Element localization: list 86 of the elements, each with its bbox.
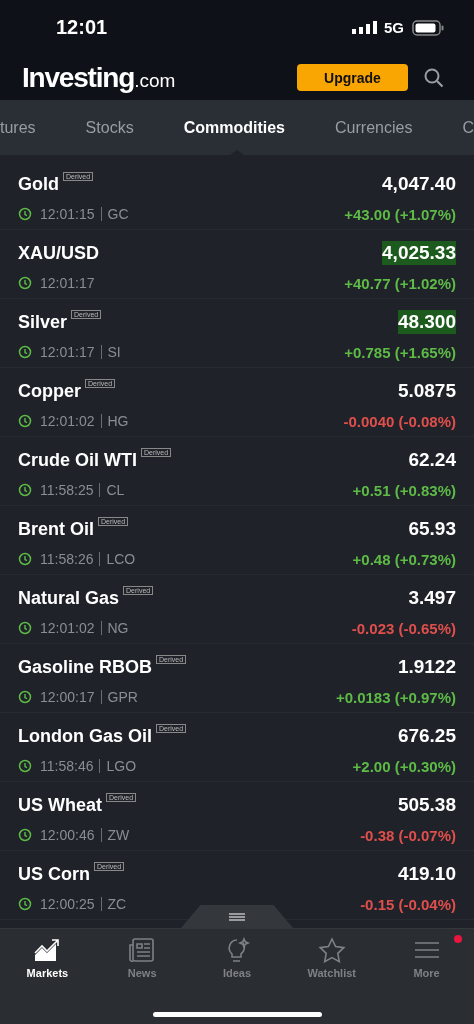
price-change: +0.51 (+0.83%) xyxy=(352,481,456,499)
commodity-name: XAU/USD xyxy=(18,242,99,264)
clock-icon xyxy=(18,828,32,842)
clock-icon xyxy=(18,690,32,704)
commodity-name: Copper xyxy=(18,380,81,402)
signal-icon xyxy=(352,20,378,35)
clock-icon xyxy=(18,345,32,359)
nav-tab[interactable]: Watchlist xyxy=(284,937,380,979)
chart-icon xyxy=(33,937,62,963)
price-value: 1.9122 xyxy=(397,655,456,679)
update-time: 11:58:25 xyxy=(40,482,94,498)
clock-icon xyxy=(18,414,32,428)
price-value: 65.93 xyxy=(408,517,456,541)
price-value: 5.0875 xyxy=(397,379,456,403)
update-time: 12:00:17 xyxy=(40,689,95,705)
nav-tab[interactable]: Ideas xyxy=(189,937,285,979)
commodity-name: Gold xyxy=(18,173,59,195)
commodity-name: Silver xyxy=(18,311,68,333)
price-value: 3.497 xyxy=(408,586,456,610)
price-change: +0.0183 (+0.97%) xyxy=(335,688,456,706)
menu-icon xyxy=(229,913,245,921)
clock-icon xyxy=(18,897,32,911)
clock-icon xyxy=(18,483,32,497)
clock-icon xyxy=(18,276,32,290)
ticker-symbol: LCO xyxy=(106,551,136,567)
update-time: 12:01:17 xyxy=(40,344,95,360)
price-change: -0.023 (-0.65%) xyxy=(351,619,456,637)
update-time: 12:00:46 xyxy=(40,827,95,843)
star-icon xyxy=(317,937,346,963)
commodity-name: Crude Oil WTI xyxy=(18,449,137,471)
price-value: 48.300 xyxy=(397,310,456,334)
ticker-symbol: SI xyxy=(107,344,121,360)
logo: Investing.com xyxy=(22,61,177,94)
commodity-name: Brent Oil xyxy=(18,518,94,540)
status-time: 12:01 xyxy=(56,16,109,39)
price-value: 505.38 xyxy=(397,793,456,817)
update-time: 12:01:15 xyxy=(40,206,95,222)
price-value: 4,047.40 xyxy=(382,172,456,196)
ticker-symbol: HG xyxy=(107,413,129,429)
price-value: 4,025.33 xyxy=(382,241,456,265)
nav-tab[interactable]: News xyxy=(94,937,190,979)
commodity-name: London Gas Oil xyxy=(18,725,152,747)
ticker-symbol: CL xyxy=(106,482,125,498)
search-icon[interactable] xyxy=(424,67,444,88)
clock-icon xyxy=(18,552,32,566)
category-tab[interactable]: C xyxy=(462,118,474,137)
category-tab[interactable]: tures xyxy=(0,118,36,137)
update-time: 12:01:17 xyxy=(40,275,95,291)
clock-icon xyxy=(18,621,32,635)
price-change: -0.38 (-0.07%) xyxy=(360,826,456,844)
commodity-name: US Corn xyxy=(18,863,90,885)
update-time: 12:00:25 xyxy=(40,896,95,912)
update-time: 12:01:02 xyxy=(40,620,95,636)
category-tab[interactable]: Commodities xyxy=(183,118,285,137)
price-value: 419.10 xyxy=(397,862,456,886)
upgrade-button[interactable]: Upgrade xyxy=(297,64,408,91)
commodity-name: US Wheat xyxy=(18,794,102,816)
clock-icon xyxy=(18,759,32,773)
ticker-symbol: NG xyxy=(107,620,129,636)
battery-icon xyxy=(412,19,444,36)
price-change: +0.785 (+1.65%) xyxy=(344,343,456,361)
category-tab[interactable]: Currencies xyxy=(335,118,413,137)
newspaper-icon xyxy=(128,937,157,963)
network-label: 5G xyxy=(384,19,404,36)
commodity-name: Gasoline RBOB xyxy=(18,656,153,678)
update-time: 11:58:46 xyxy=(40,758,94,774)
price-value: 62.24 xyxy=(408,448,456,472)
update-time: 11:58:26 xyxy=(40,551,94,567)
price-change: +2.00 (+0.30%) xyxy=(352,757,456,775)
category-tab[interactable]: Stocks xyxy=(85,118,134,137)
ticker-symbol: ZW xyxy=(107,827,130,843)
clock-icon xyxy=(18,207,32,221)
nav-tab[interactable]: Markets xyxy=(0,937,95,979)
price-change: -0.0040 (-0.08%) xyxy=(343,412,456,430)
ticker-symbol: GC xyxy=(107,206,129,222)
commodity-name: Natural Gas xyxy=(18,587,120,609)
price-change: +43.00 (+1.07%) xyxy=(344,205,456,223)
price-value: 676.25 xyxy=(397,724,456,748)
price-change: +0.48 (+0.73%) xyxy=(352,550,456,568)
price-change: +40.77 (+1.02%) xyxy=(344,274,456,292)
nav-tab[interactable]: More xyxy=(379,937,474,979)
price-change: -0.15 (-0.04%) xyxy=(360,895,456,913)
ticker-symbol: ZC xyxy=(107,896,127,912)
ticker-symbol: GPR xyxy=(107,689,138,705)
update-time: 12:01:02 xyxy=(40,413,95,429)
ticker-symbol: LGO xyxy=(106,758,137,774)
